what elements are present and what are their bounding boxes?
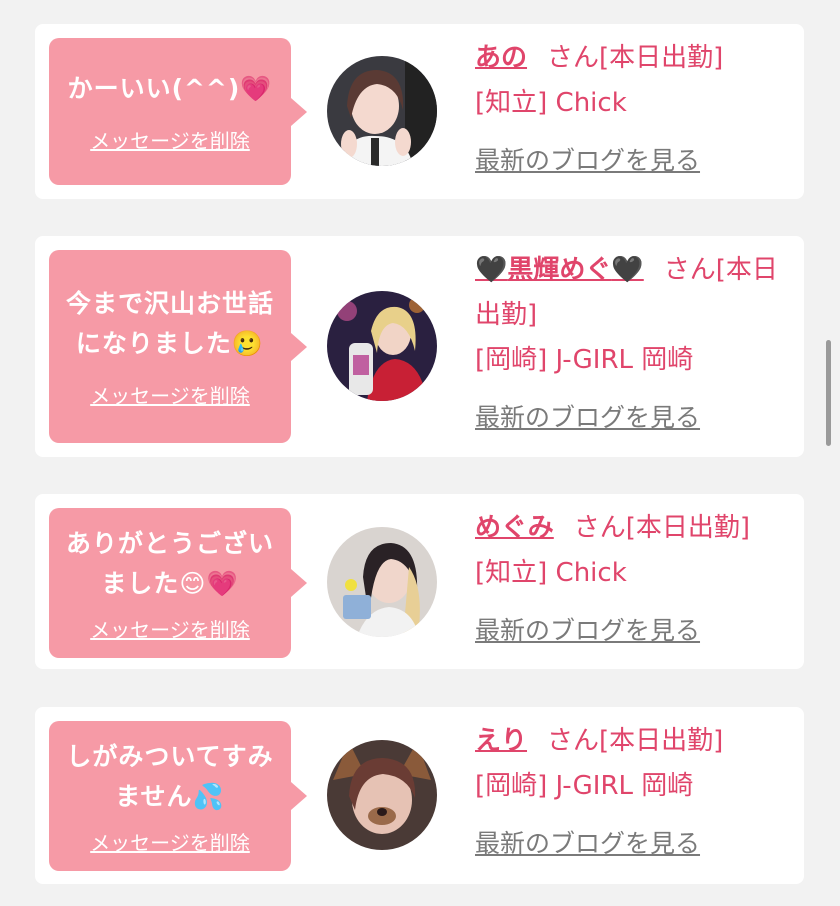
shop-name: [岡崎] J-GIRL 岡崎	[475, 345, 694, 375]
cast-name-link[interactable]: えり	[475, 726, 527, 756]
cast-name-link[interactable]: あの	[475, 43, 527, 73]
delete-message-link[interactable]: メッセージを削除	[90, 380, 250, 409]
shop-name: [知立] Chick	[475, 88, 627, 118]
message-bubble: ありがとうござい ました😊💗 メッセージを削除	[49, 508, 307, 658]
delete-message-link[interactable]: メッセージを削除	[90, 125, 250, 154]
message-text-line1: 今まで沢山お世話	[65, 289, 274, 318]
message-text: かーいい(^^)💗	[67, 74, 273, 103]
cast-name-link[interactable]: 🖤黒輝めぐ🖤	[475, 255, 644, 285]
blog-link[interactable]: 最新のブログを見る	[475, 138, 793, 183]
message-card: しがみついてすみ ません💦 メッセージを削除 えり さん[本日出勤] [岡崎] J…	[35, 707, 804, 884]
message-text-line1: ありがとうござい	[65, 528, 274, 558]
cast-info: めぐみ さん[本日出勤] [知立] Chick 最新のブログを見る	[475, 506, 793, 653]
message-text-line2: ました😊💗	[101, 568, 239, 598]
scrollbar[interactable]	[826, 340, 831, 446]
avatar[interactable]	[327, 527, 437, 637]
message-bubble: しがみついてすみ ません💦 メッセージを削除	[49, 721, 307, 871]
message-card: かーいい(^^)💗 メッセージを削除 あの さん[本日出勤] [知立] Chick…	[35, 24, 804, 199]
shop-name: [知立] Chick	[475, 558, 627, 588]
cast-status: さん[本日出勤]	[573, 513, 751, 543]
message-bubble: 今まで沢山お世話 になりました🥲 メッセージを削除	[49, 250, 307, 443]
avatar[interactable]	[327, 740, 437, 850]
message-text-line2: になりました🥲	[75, 329, 265, 358]
avatar[interactable]	[327, 291, 437, 401]
message-text-line2: ません💦	[115, 781, 225, 811]
cast-status: さん[本日出勤]	[547, 43, 724, 73]
avatar[interactable]	[327, 56, 437, 166]
delete-message-link[interactable]: メッセージを削除	[90, 614, 250, 643]
cast-info: あの さん[本日出勤] [知立] Chick 最新のブログを見る	[475, 36, 793, 183]
message-card: 今まで沢山お世話 になりました🥲 メッセージを削除 🖤黒輝めぐ🖤 さん[本日出勤]…	[35, 236, 804, 457]
blog-link[interactable]: 最新のブログを見る	[475, 608, 793, 653]
blog-link[interactable]: 最新のブログを見る	[475, 395, 793, 440]
cast-status: さん[本日出勤]	[547, 726, 724, 756]
message-bubble: かーいい(^^)💗 メッセージを削除	[49, 38, 307, 185]
message-text-line1: しがみついてすみ	[66, 741, 274, 771]
heart-icon: 🖤	[475, 255, 508, 285]
message-card: ありがとうござい ました😊💗 メッセージを削除 めぐみ さん[本日出勤] [知立]…	[35, 494, 804, 669]
cast-name-text: 黒輝めぐ	[507, 255, 612, 285]
delete-message-link[interactable]: メッセージを削除	[90, 827, 250, 856]
shop-name: [岡崎] J-GIRL 岡崎	[475, 771, 694, 801]
cast-name-link[interactable]: めぐみ	[475, 513, 554, 543]
heart-icon: 🖤	[611, 255, 644, 285]
cast-info: 🖤黒輝めぐ🖤 さん[本日出勤] [岡崎] J-GIRL 岡崎 最新のブログを見る	[475, 248, 793, 440]
cast-info: えり さん[本日出勤] [岡崎] J-GIRL 岡崎 最新のブログを見る	[475, 719, 793, 866]
blog-link[interactable]: 最新のブログを見る	[475, 821, 793, 866]
